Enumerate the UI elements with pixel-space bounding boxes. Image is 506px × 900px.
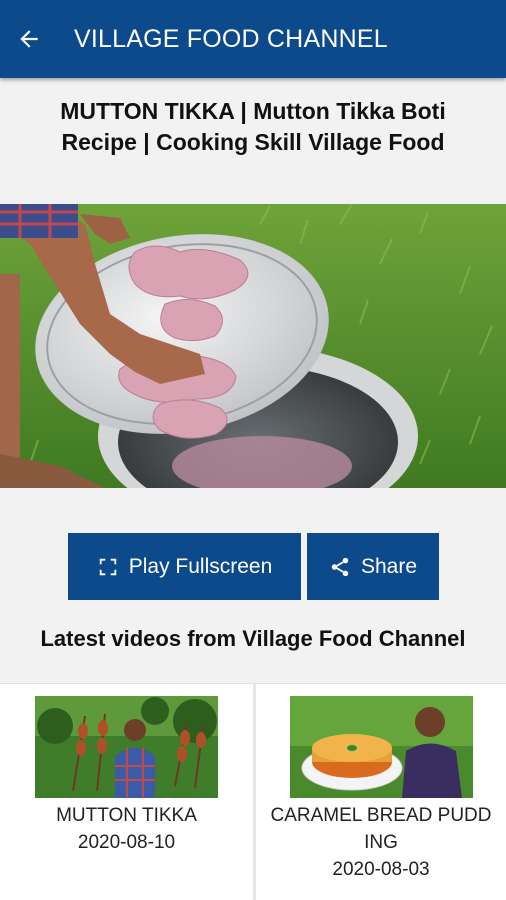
- video-card-thumbnail: [289, 696, 473, 798]
- video-card-date: 2020-08-03: [332, 859, 430, 880]
- video-thumbnail[interactable]: [0, 204, 506, 488]
- back-button[interactable]: [0, 0, 58, 78]
- arrow-left-icon: [16, 26, 42, 52]
- video-card-thumbnail: [35, 696, 218, 798]
- video-title: MUTTON TIKKA | Mutton Tikka Boti Recipe …: [60, 98, 446, 155]
- share-button[interactable]: Share: [307, 533, 439, 600]
- video-card[interactable]: CARAMEL BREAD PUDDING 2020-08-03: [253, 683, 506, 900]
- video-card[interactable]: MUTTON TIKKA 2020-08-10: [0, 683, 253, 900]
- video-card-title: MUTTON TIKKA: [56, 805, 197, 826]
- play-fullscreen-button[interactable]: Play Fullscreen: [68, 533, 301, 600]
- app-bar-title: VILLAGE FOOD CHANNEL: [74, 24, 388, 53]
- play-fullscreen-label: Play Fullscreen: [128, 554, 273, 578]
- video-card-date: 2020-08-10: [77, 832, 176, 853]
- share-label: Share: [360, 554, 418, 578]
- fullscreen-icon: [97, 556, 119, 578]
- latest-videos-grid: MUTTON TIKKA 2020-08-10 CARAMEL BREAD PU…: [0, 683, 506, 900]
- latest-videos-heading: Latest videos from Village Food Channel: [40, 626, 466, 651]
- share-icon: [329, 556, 351, 578]
- app-bar: VILLAGE FOOD CHANNEL: [0, 0, 506, 78]
- video-card-title: CARAMEL BREAD PUDDING: [270, 805, 492, 853]
